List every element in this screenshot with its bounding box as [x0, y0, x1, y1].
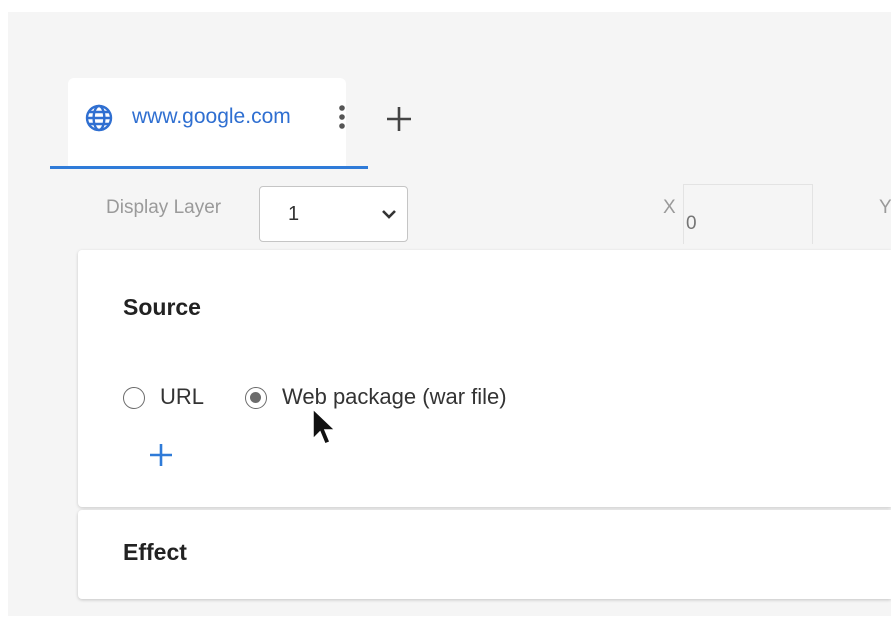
tab-label[interactable]: www.google.com: [132, 105, 291, 129]
web-package-radio[interactable]: [245, 387, 267, 409]
x-label: X: [663, 197, 676, 218]
effect-panel[interactable]: Effect: [78, 510, 891, 599]
chevron-down-icon: [378, 203, 400, 225]
kebab-menu-icon[interactable]: [330, 101, 354, 133]
x-input[interactable]: [683, 184, 813, 244]
url-radio[interactable]: [123, 387, 145, 409]
mouse-cursor-icon: [311, 407, 339, 449]
add-source-icon[interactable]: [147, 441, 175, 469]
display-layer-value: 1: [288, 203, 300, 225]
effect-title: Effect: [123, 539, 187, 565]
display-layer-label: Display Layer: [106, 197, 222, 218]
active-tab-indicator: [50, 166, 368, 169]
add-tab-icon[interactable]: [383, 103, 415, 135]
y-label: Y: [879, 197, 891, 218]
url-radio-label[interactable]: URL: [160, 384, 204, 410]
display-layer-select[interactable]: 1: [259, 186, 408, 242]
page-canvas: www.google.com Display Layer 1 X Y Sourc…: [8, 12, 891, 616]
globe-icon: [83, 102, 115, 134]
source-panel: Source URL Web package (war file): [78, 250, 891, 507]
source-title: Source: [123, 294, 201, 320]
